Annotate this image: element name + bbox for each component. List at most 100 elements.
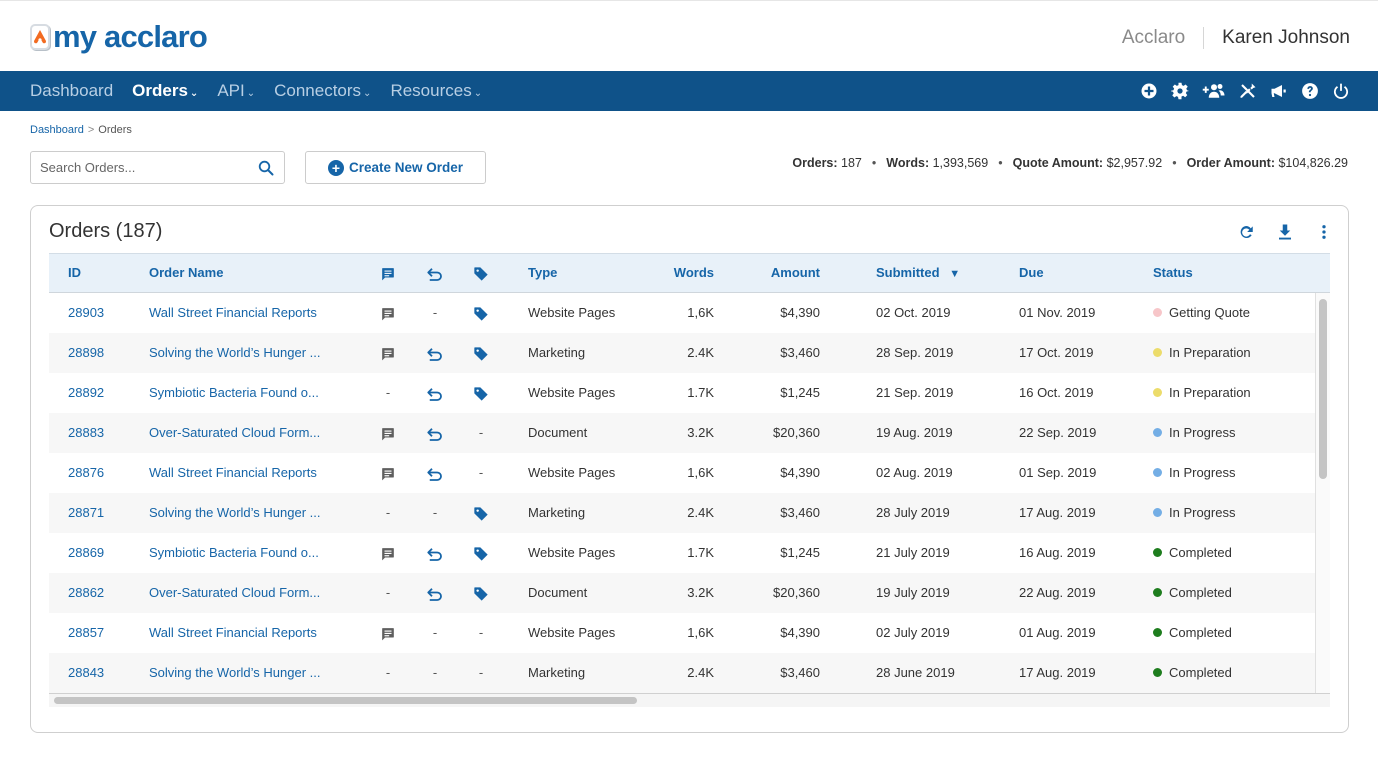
breadcrumb-dashboard-link[interactable]: Dashboard — [30, 124, 84, 136]
order-words: 2.4K — [687, 665, 714, 680]
order-name-link[interactable]: Over-Saturated Cloud Form... — [149, 573, 349, 613]
order-amount: $20,360 — [773, 425, 820, 440]
order-id-link[interactable]: 28862 — [68, 573, 138, 613]
nav-item-connectors[interactable]: Connectors ⌄ — [274, 81, 371, 101]
horizontal-scrollbar[interactable] — [49, 693, 1330, 707]
tools-icon[interactable] — [1237, 80, 1259, 102]
order-name-link[interactable]: Solving the World’s Hunger ... — [149, 653, 349, 693]
order-submitted-date: 21 July 2019 — [876, 545, 950, 560]
table-row[interactable]: 28883 Over-Saturated Cloud Form... - Docume… — [49, 413, 1315, 453]
vertical-scrollbar-thumb[interactable] — [1319, 299, 1327, 479]
order-name-link[interactable]: Wall Street Financial Reports — [149, 453, 349, 493]
returns-cell[interactable] — [424, 413, 446, 453]
add-users-icon[interactable] — [1200, 80, 1228, 102]
nav-menu: Dashboard Orders ⌄ API ⌄ Connectors ⌄ Resources… — [30, 81, 501, 101]
order-id-link[interactable]: 28883 — [68, 413, 138, 453]
table-row[interactable]: 28892 Symbiotic Bacteria Found o... - Websi… — [49, 373, 1315, 413]
messages-cell[interactable] — [377, 293, 399, 333]
tags-cell[interactable] — [470, 373, 492, 413]
order-name-link[interactable]: Wall Street Financial Reports — [149, 293, 349, 333]
nav-item-orders[interactable]: Orders ⌄ — [132, 81, 198, 101]
download-icon[interactable] — [1275, 222, 1295, 242]
order-name-link[interactable]: Symbiotic Bacteria Found o... — [149, 373, 349, 413]
logo[interactable]: my acclaro — [30, 21, 208, 52]
column-header-messages[interactable] — [377, 254, 399, 292]
returns-cell[interactable] — [424, 333, 446, 373]
order-name-link[interactable]: Over-Saturated Cloud Form... — [149, 413, 349, 453]
returns-cell[interactable] — [424, 453, 446, 493]
nav-item-resources[interactable]: Resources ⌄ — [390, 81, 482, 101]
summary-order-amount-value: $104,826.29 — [1278, 156, 1348, 170]
horizontal-scrollbar-thumb[interactable] — [54, 697, 637, 704]
nav-item-api[interactable]: API ⌄ — [217, 81, 255, 101]
returns-cell[interactable] — [424, 573, 446, 613]
order-id-link[interactable]: 28871 — [68, 493, 138, 533]
column-header-tags[interactable] — [470, 254, 492, 292]
messages-cell[interactable] — [377, 453, 399, 493]
messages-cell[interactable] — [377, 613, 399, 653]
order-id-link[interactable]: 28843 — [68, 653, 138, 693]
column-header-due[interactable]: Due — [1019, 254, 1139, 292]
messages-cell[interactable] — [377, 533, 399, 573]
order-name-link[interactable]: Solving the World’s Hunger ... — [149, 493, 349, 533]
table-row[interactable]: 28876 Wall Street Financial Reports - Websi… — [49, 453, 1315, 493]
nav-item-label: Resources — [390, 81, 472, 100]
table-row[interactable]: 28898 Solving the World’s Hunger ... Marke… — [49, 333, 1315, 373]
table-row[interactable]: 28871 Solving the World’s Hunger ... - - Mar… — [49, 493, 1315, 533]
tags-cell: - — [470, 613, 492, 653]
table-row[interactable]: 28869 Symbiotic Bacteria Found o... Websit… — [49, 533, 1315, 573]
table-row[interactable]: 28862 Over-Saturated Cloud Form... - Docume… — [49, 573, 1315, 613]
returns-cell[interactable] — [424, 373, 446, 413]
sort-descending-icon: ▼ — [949, 268, 961, 280]
summary-quote-value: $2,957.92 — [1106, 156, 1163, 170]
organization-name[interactable]: Acclaro — [1122, 27, 1185, 49]
order-name-link[interactable]: Solving the World’s Hunger ... — [149, 333, 349, 373]
plus-circle-icon[interactable] — [1138, 80, 1160, 102]
user-name[interactable]: Karen Johnson — [1222, 27, 1350, 49]
column-header-id[interactable]: ID — [68, 254, 138, 292]
search-input[interactable] — [31, 152, 241, 183]
order-id-link[interactable]: 28892 — [68, 373, 138, 413]
order-name-link[interactable]: Wall Street Financial Reports — [149, 613, 349, 653]
column-header-order-name[interactable]: Order Name — [149, 254, 349, 292]
column-header-amount[interactable]: Amount — [739, 254, 820, 292]
order-amount: $4,390 — [780, 625, 820, 640]
search-icon[interactable] — [258, 160, 274, 176]
column-header-type[interactable]: Type — [528, 254, 648, 292]
table-row[interactable]: 28843 Solving the World’s Hunger ... - - - Ma… — [49, 653, 1315, 693]
create-new-order-button[interactable]: + Create New Order — [305, 151, 486, 184]
order-name-link[interactable]: Symbiotic Bacteria Found o... — [149, 533, 349, 573]
tags-cell[interactable] — [470, 533, 492, 573]
column-header-returns[interactable] — [424, 254, 446, 292]
order-id-link[interactable]: 28898 — [68, 333, 138, 373]
table-row[interactable]: 28857 Wall Street Financial Reports - - Webs… — [49, 613, 1315, 653]
help-icon[interactable] — [1299, 80, 1321, 102]
order-id-link[interactable]: 28869 — [68, 533, 138, 573]
refresh-icon[interactable] — [1236, 222, 1256, 242]
column-header-submitted[interactable]: Submitted ▼ — [876, 254, 1006, 292]
order-id-link[interactable]: 28876 — [68, 453, 138, 493]
messages-cell[interactable] — [377, 413, 399, 453]
gear-icon[interactable] — [1169, 80, 1191, 102]
status-label: Completed — [1169, 665, 1232, 680]
power-icon[interactable] — [1330, 80, 1352, 102]
order-id-link[interactable]: 28903 — [68, 293, 138, 333]
returns-cell[interactable] — [424, 533, 446, 573]
tags-cell[interactable] — [470, 573, 492, 613]
column-header-status[interactable]: Status — [1153, 254, 1303, 292]
status-label: Getting Quote — [1169, 305, 1250, 320]
tags-cell[interactable] — [470, 493, 492, 533]
vertical-scrollbar[interactable] — [1315, 293, 1330, 693]
messages-cell[interactable] — [377, 333, 399, 373]
chevron-down-icon: ⌄ — [189, 87, 199, 99]
order-id-link[interactable]: 28857 — [68, 613, 138, 653]
column-header-words[interactable]: Words — [649, 254, 714, 292]
tags-cell[interactable] — [470, 333, 492, 373]
more-vertical-icon[interactable] — [1314, 222, 1334, 242]
returns-cell: - — [424, 613, 446, 653]
megaphone-icon[interactable] — [1268, 80, 1290, 102]
nav-item-dashboard[interactable]: Dashboard — [30, 81, 113, 101]
table-row[interactable]: 28903 Wall Street Financial Reports - Websi… — [49, 293, 1315, 333]
status-badge: Getting Quote — [1153, 293, 1303, 333]
tags-cell[interactable] — [470, 293, 492, 333]
